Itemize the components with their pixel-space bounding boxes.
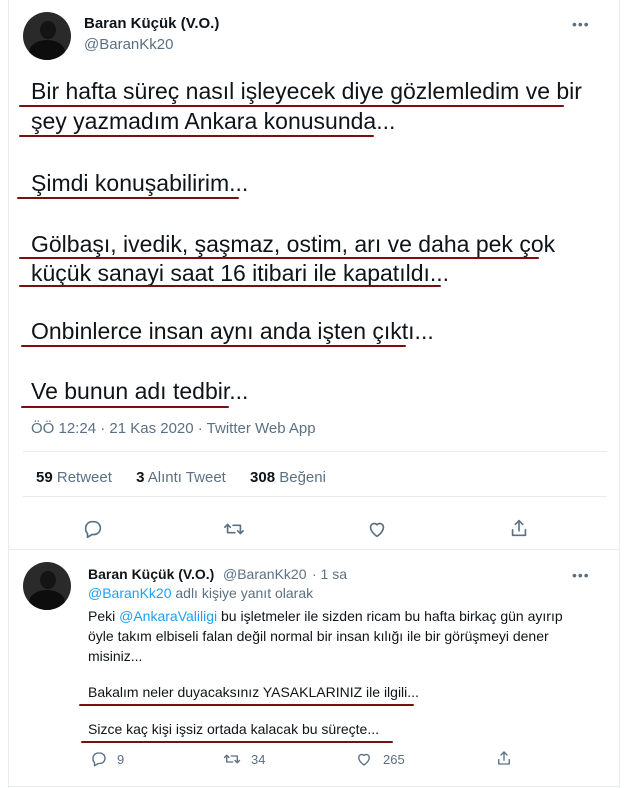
reply-like-count: 265: [383, 752, 405, 767]
reply-text-line: misiniz...: [88, 648, 143, 664]
quote-count[interactable]: 3: [136, 469, 144, 486]
reply-more-dots-icon[interactable]: •••: [572, 567, 590, 583]
like-label[interactable]: Beğeni: [279, 469, 326, 486]
reply-text-line: Peki @AnkaraValiligi bu işletmeler ile s…: [88, 606, 563, 626]
underline: [19, 285, 441, 287]
underline: [21, 406, 229, 408]
quote-label[interactable]: Alıntı Tweet: [148, 469, 226, 486]
tweet-text-line: Gölbaşı, ivedik, şaşmaz, ostim, arı ve d…: [31, 231, 556, 257]
divider: [9, 549, 619, 550]
tweet-text-line: Onbinlerce insan aynı anda işten çıktı..…: [31, 318, 434, 344]
reply-user-handle[interactable]: @BaranKk20: [223, 566, 306, 582]
reply-reply-icon[interactable]: [90, 750, 108, 768]
reply-icon[interactable]: [82, 518, 104, 540]
reply-reply-count: 9: [117, 752, 125, 767]
divider: [23, 496, 607, 497]
tweet-thread: Baran Küçük (V.O.) @BaranKk20 ••• Bir ha…: [8, 0, 620, 788]
underline: [17, 197, 239, 199]
reply-display-name[interactable]: Baran Küçük (V.O.): [88, 566, 214, 582]
retweet-count[interactable]: 59: [36, 469, 53, 486]
reply-time[interactable]: · 1 sa: [312, 566, 347, 582]
display-name[interactable]: Baran Küçük (V.O.): [84, 15, 219, 32]
underline: [81, 741, 393, 743]
replying-to: @BaranKk20 adlı kişiye yanıt olarak: [88, 585, 313, 601]
reply-text-line: Bakalım neler duyacaksınız YASAKLARINIZ …: [88, 684, 419, 700]
reply-to-text: adlı kişiye yanıt olarak: [171, 585, 314, 601]
reply-avatar[interactable]: [23, 562, 71, 610]
underline: [79, 704, 414, 706]
retweet-icon[interactable]: [223, 518, 245, 540]
like-icon[interactable]: [366, 518, 388, 540]
tweet-text-line: Şimdi konuşabilirim...: [31, 170, 249, 196]
reply-text-rest: bu işletmeler ile sizden ricam bu hafta …: [217, 608, 563, 624]
reply-like-icon[interactable]: [355, 750, 373, 768]
retweet-label[interactable]: Retweet: [57, 469, 112, 486]
reply-to-mention[interactable]: @BaranKk20: [88, 585, 171, 601]
reply-text-line: öyle takım elbiseli falan değil normal b…: [88, 628, 549, 644]
share-icon[interactable]: [508, 517, 530, 539]
avatar[interactable]: [23, 12, 71, 60]
user-handle[interactable]: @BaranKk20: [84, 36, 173, 53]
reply-text-prefix: Peki: [88, 608, 120, 624]
reply-retweet-icon[interactable]: [223, 750, 241, 768]
underline: [19, 135, 374, 137]
tweet-text-line: küçük sanayi saat 16 itibari ile kapatıl…: [31, 260, 450, 286]
tweet-text-line: Ve bunun adı tedbir...: [31, 378, 249, 404]
tweet-text-line: şey yazmadım Ankara konusunda...: [31, 108, 396, 134]
more-dots-icon[interactable]: •••: [572, 16, 590, 32]
divider: [23, 451, 607, 452]
tweet-text-line: Bir hafta süreç nasıl işleyecek diye göz…: [31, 78, 582, 104]
tweet-stats: 59 Retweet 3 Alıntı Tweet 308 Beğeni: [36, 469, 346, 486]
divider: [9, 786, 619, 787]
underline: [21, 345, 406, 347]
tweet-timestamp[interactable]: ÖÖ 12:24 · 21 Kas 2020 · Twitter Web App: [31, 420, 316, 437]
reply-share-icon[interactable]: [495, 749, 513, 767]
reply-text-line: Sizce kaç kişi işsiz ortada kalacak bu s…: [88, 721, 380, 737]
like-count[interactable]: 308: [250, 469, 275, 486]
reply-retweet-count: 34: [251, 752, 266, 767]
mention-link[interactable]: @AnkaraValiligi: [119, 608, 217, 624]
